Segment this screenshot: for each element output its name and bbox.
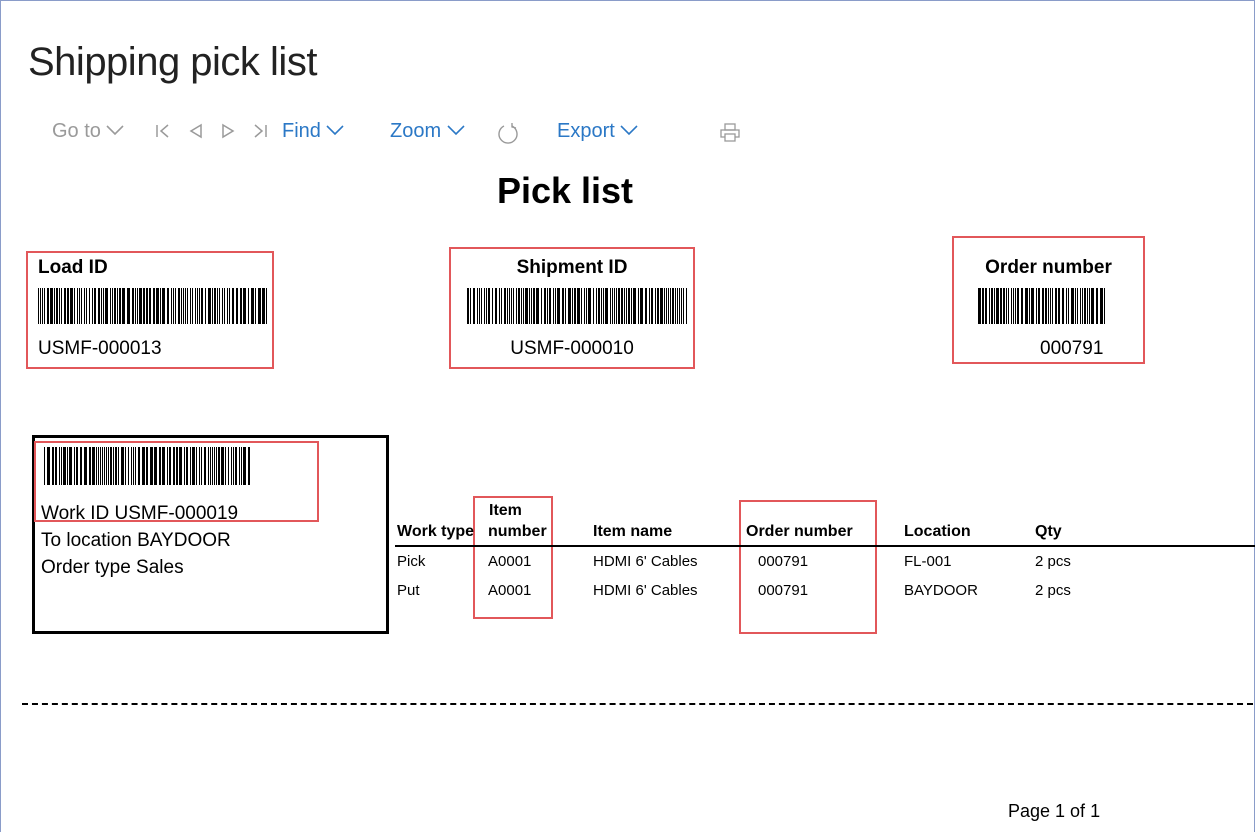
previous-page-button[interactable] bbox=[188, 116, 204, 139]
cell-order-number: 000791 bbox=[758, 553, 809, 570]
goto-label: Go to bbox=[52, 120, 101, 142]
col-header-qty: Qty bbox=[1035, 523, 1062, 540]
col-header-item-number-line2: number bbox=[488, 523, 547, 540]
cell-item-number: A0001 bbox=[488, 553, 532, 570]
cell-work-type: Put bbox=[397, 582, 420, 599]
shipment-id-barcode bbox=[467, 288, 687, 324]
page-title: Shipping pick list bbox=[28, 40, 317, 84]
shipment-id-value: USMF-000010 bbox=[510, 338, 634, 359]
export-label: Export bbox=[557, 120, 615, 142]
chevron-down-icon bbox=[620, 116, 638, 146]
find-button[interactable]: Find bbox=[282, 116, 345, 146]
cell-location: FL-001 bbox=[904, 553, 952, 570]
refresh-icon bbox=[496, 123, 520, 147]
cell-order-number: 000791 bbox=[758, 582, 809, 599]
work-id-line: Work ID USMF-000019 bbox=[41, 503, 239, 524]
col-header-item-number-line1: Item bbox=[489, 502, 522, 519]
zoom-button[interactable]: Zoom bbox=[390, 116, 465, 146]
first-page-icon bbox=[155, 123, 171, 139]
cell-item-name: HDMI 6' Cables bbox=[593, 553, 698, 570]
report-title: Pick list bbox=[496, 170, 634, 211]
col-header-order-number: Order number bbox=[746, 523, 853, 540]
page-break-separator bbox=[22, 703, 1253, 705]
last-page-button[interactable] bbox=[252, 116, 268, 139]
page-indicator: Page 1 of 1 bbox=[1008, 801, 1101, 821]
to-location-line: To location BAYDOOR bbox=[41, 530, 231, 551]
goto-button[interactable]: Go to bbox=[52, 116, 125, 146]
print-icon bbox=[720, 123, 740, 143]
cell-item-name: HDMI 6' Cables bbox=[593, 582, 698, 599]
next-page-icon bbox=[220, 123, 236, 139]
work-id-barcode bbox=[44, 447, 250, 485]
cell-work-type: Pick bbox=[397, 553, 426, 570]
chevron-down-icon bbox=[447, 116, 465, 146]
shipment-id-label: Shipment ID bbox=[516, 257, 628, 278]
load-id-barcode bbox=[38, 288, 267, 324]
table-header-rule bbox=[395, 545, 1255, 547]
order-number-label: Order number bbox=[985, 257, 1112, 278]
refresh-button[interactable] bbox=[496, 116, 520, 147]
last-page-icon bbox=[252, 123, 268, 139]
chevron-down-icon bbox=[106, 116, 125, 146]
find-label: Find bbox=[282, 120, 321, 142]
col-header-item-name: Item name bbox=[593, 523, 673, 540]
load-id-label: Load ID bbox=[38, 257, 108, 278]
zoom-label: Zoom bbox=[390, 120, 442, 142]
order-number-barcode bbox=[978, 288, 1105, 324]
next-page-button[interactable] bbox=[220, 116, 236, 139]
cell-item-number: A0001 bbox=[488, 582, 532, 599]
cell-qty: 2 pcs bbox=[1035, 553, 1071, 570]
export-button[interactable]: Export bbox=[557, 116, 638, 146]
print-button[interactable] bbox=[720, 116, 740, 143]
cell-qty: 2 pcs bbox=[1035, 582, 1071, 599]
cell-location: BAYDOOR bbox=[904, 582, 978, 599]
load-id-value: USMF-000013 bbox=[38, 338, 162, 359]
chevron-down-icon bbox=[326, 116, 345, 146]
col-header-work-type: Work type bbox=[397, 523, 475, 540]
col-header-location: Location bbox=[904, 523, 971, 540]
order-number-value: 000791 bbox=[1040, 338, 1104, 359]
first-page-button[interactable] bbox=[155, 116, 171, 139]
previous-page-icon bbox=[188, 123, 204, 139]
order-type-line: Order type Sales bbox=[41, 557, 184, 578]
